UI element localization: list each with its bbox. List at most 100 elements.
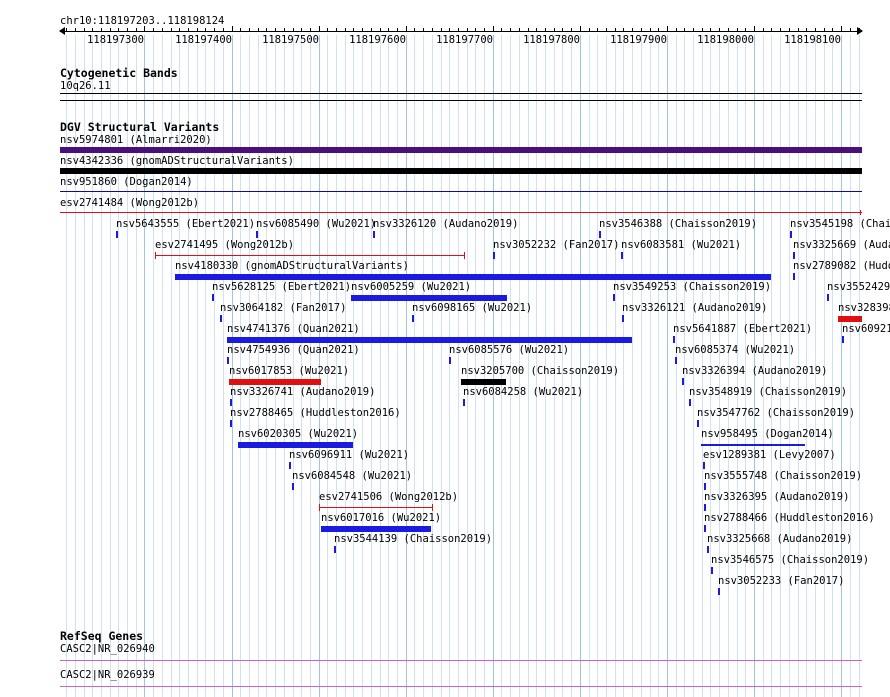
dgv-feature-tick[interactable] xyxy=(697,420,699,427)
dgv-feature-label[interactable]: nsv4180330 (gnomADStructuralVariants) xyxy=(175,260,409,272)
dgv-feature-label[interactable]: nsv4754936 (Quan2021) xyxy=(227,344,360,356)
dgv-feature-bar[interactable] xyxy=(838,316,862,322)
dgv-feature-label[interactable]: nsv6096911 (Wu2021) xyxy=(289,449,409,461)
dgv-feature-label[interactable]: nsv5641887 (Ebert2021) xyxy=(673,323,812,335)
dgv-feature-label[interactable]: nsv3544139 (Chaisson2019) xyxy=(334,533,492,545)
dgv-feature-tick[interactable] xyxy=(711,567,713,574)
dgv-feature-label[interactable]: nsv6085374 (Wu2021) xyxy=(675,344,795,356)
dgv-feature-tick[interactable] xyxy=(707,546,709,553)
dgv-feature-label[interactable]: nsv6084548 (Wu2021) xyxy=(292,470,412,482)
dgv-feature-tick[interactable] xyxy=(599,231,601,238)
dgv-feature-bar[interactable] xyxy=(60,147,862,153)
dgv-feature-label[interactable]: nsv6017016 (Wu2021) xyxy=(321,512,441,524)
dgv-feature-label[interactable]: nsv6020305 (Wu2021) xyxy=(238,428,358,440)
dgv-feature-tick[interactable] xyxy=(675,357,677,364)
dgv-feature-tick[interactable] xyxy=(621,252,623,259)
dgv-feature-label[interactable]: nsv2788466 (Huddleston2016) xyxy=(704,512,875,524)
dgv-feature-label[interactable]: nsv3545198 (Chaisson2019) xyxy=(790,218,890,230)
dgv-feature-label[interactable]: nsv3326395 (Audano2019) xyxy=(704,491,849,503)
dgv-feature-tick[interactable] xyxy=(373,231,375,238)
dgv-feature-label[interactable]: nsv951860 (Dogan2014) xyxy=(60,176,193,188)
dgv-feature-bar[interactable] xyxy=(60,191,862,192)
dgv-feature-tick[interactable] xyxy=(682,378,684,385)
dgv-feature-tick[interactable] xyxy=(230,399,232,406)
dgv-feature-label[interactable]: nsv4741376 (Quan2021) xyxy=(227,323,360,335)
dgv-feature-label[interactable]: nsv3326741 (Audano2019) xyxy=(230,386,375,398)
dgv-feature-tick[interactable] xyxy=(449,357,451,364)
dgv-feature-tick[interactable] xyxy=(790,231,792,238)
dgv-feature-bar[interactable] xyxy=(351,295,507,301)
dgv-feature-label[interactable]: esv2741506 (Wong2012b) xyxy=(319,491,458,503)
dgv-feature-range[interactable] xyxy=(319,504,433,511)
dgv-feature-label[interactable]: nsv2789082 (Huddleston2016) xyxy=(793,260,890,272)
dgv-feature-label[interactable]: nsv3548919 (Chaisson2019) xyxy=(689,386,847,398)
dgv-feature-tick[interactable] xyxy=(704,504,706,511)
dgv-feature-label[interactable]: nsv3325669 (Audano2019) xyxy=(793,239,890,251)
dgv-feature-label[interactable]: nsv2788465 (Huddleston2016) xyxy=(230,407,401,419)
dgv-feature-tick[interactable] xyxy=(793,273,795,280)
dgv-feature-bar[interactable] xyxy=(175,274,771,280)
dgv-feature-tick[interactable] xyxy=(227,357,229,364)
dgv-feature-label[interactable]: nsv3326121 (Audano2019) xyxy=(622,302,767,314)
dgv-feature-tick[interactable] xyxy=(292,483,294,490)
dgv-feature-tick[interactable] xyxy=(718,588,720,595)
dgv-feature-tick[interactable] xyxy=(230,420,232,427)
dgv-feature-label[interactable]: nsv3283983 (Audano2019) xyxy=(838,302,890,314)
dgv-feature-bar[interactable] xyxy=(229,379,321,385)
dgv-feature-bar[interactable] xyxy=(60,168,862,174)
dgv-feature-bar[interactable] xyxy=(60,212,862,213)
dgv-feature-tick[interactable] xyxy=(212,294,214,301)
dgv-feature-tick[interactable] xyxy=(613,294,615,301)
dgv-feature-label[interactable]: nsv3552429 (Chaisson2019) xyxy=(827,281,890,293)
dgv-feature-label[interactable]: nsv6085490 (Wu2021) xyxy=(256,218,376,230)
dgv-feature-tick[interactable] xyxy=(793,252,795,259)
dgv-feature-label[interactable]: nsv3547762 (Chaisson2019) xyxy=(697,407,855,419)
dgv-feature-label[interactable]: nsv3052232 (Fan2017) xyxy=(493,239,619,251)
dgv-feature-tick[interactable] xyxy=(842,336,844,343)
dgv-feature-label[interactable]: nsv6092122 (Wu2021) xyxy=(842,323,890,335)
dgv-feature-label[interactable]: nsv4342336 (gnomADStructuralVariants) xyxy=(60,155,294,167)
dgv-feature-tick[interactable] xyxy=(703,462,705,469)
dgv-feature-label[interactable]: nsv3325668 (Audano2019) xyxy=(707,533,852,545)
dgv-feature-label[interactable]: nsv3326394 (Audano2019) xyxy=(682,365,827,377)
refseq-gene-line[interactable] xyxy=(60,660,862,661)
dgv-feature-label[interactable]: esv1289381 (Levy2007) xyxy=(703,449,836,461)
dgv-feature-label[interactable]: nsv3205700 (Chaisson2019) xyxy=(461,365,619,377)
dgv-feature-label[interactable]: nsv6017853 (Wu2021) xyxy=(229,365,349,377)
dgv-feature-label[interactable]: nsv3326120 (Audano2019) xyxy=(373,218,518,230)
dgv-feature-label[interactable]: nsv6084258 (Wu2021) xyxy=(463,386,583,398)
dgv-feature-label[interactable]: nsv3546388 (Chaisson2019) xyxy=(599,218,757,230)
dgv-feature-label[interactable]: nsv6085576 (Wu2021) xyxy=(449,344,569,356)
dgv-feature-tick[interactable] xyxy=(256,231,258,238)
dgv-feature-label[interactable]: nsv6083581 (Wu2021) xyxy=(621,239,741,251)
dgv-feature-label[interactable]: nsv5974801 (Almarri2020) xyxy=(60,134,212,146)
dgv-feature-label[interactable]: nsv3555748 (Chaisson2019) xyxy=(704,470,862,482)
dgv-feature-label[interactable]: nsv958495 (Dogan2014) xyxy=(701,428,834,440)
dgv-feature-tick[interactable] xyxy=(116,231,118,238)
dgv-feature-label[interactable]: nsv3549253 (Chaisson2019) xyxy=(613,281,771,293)
dgv-feature-tick[interactable] xyxy=(827,294,829,301)
dgv-feature-label[interactable]: esv2741495 (Wong2012b) xyxy=(155,239,294,251)
dgv-feature-tick[interactable] xyxy=(289,462,291,469)
dgv-feature-range[interactable] xyxy=(155,252,465,259)
dgv-feature-tick[interactable] xyxy=(412,315,414,322)
dgv-feature-bar[interactable] xyxy=(461,379,506,385)
dgv-feature-tick[interactable] xyxy=(673,336,675,343)
dgv-feature-bar[interactable] xyxy=(321,526,431,532)
refseq-gene-label[interactable]: CASC2|NR_026940 xyxy=(60,643,155,655)
dgv-feature-label[interactable]: esv2741484 (Wong2012b) xyxy=(60,197,199,209)
dgv-feature-label[interactable]: nsv5643555 (Ebert2021) xyxy=(116,218,255,230)
genome-browser-canvas[interactable]: chr10:118197203..118198124 118197300 1181… xyxy=(0,0,890,697)
dgv-feature-label[interactable]: nsv3052233 (Fan2017) xyxy=(718,575,844,587)
dgv-feature-bar[interactable] xyxy=(227,337,632,343)
dgv-feature-tick[interactable] xyxy=(334,546,336,553)
dgv-feature-tick[interactable] xyxy=(704,483,706,490)
dgv-feature-label[interactable]: nsv5628125 (Ebert2021) xyxy=(212,281,351,293)
dgv-feature-tick[interactable] xyxy=(463,399,465,406)
dgv-feature-tick[interactable] xyxy=(622,315,624,322)
dgv-feature-bar[interactable] xyxy=(238,442,353,448)
dgv-feature-label[interactable]: nsv6098165 (Wu2021) xyxy=(412,302,532,314)
refseq-gene-label[interactable]: CASC2|NR_026939 xyxy=(60,669,155,681)
dgv-feature-label[interactable]: nsv3064182 (Fan2017) xyxy=(220,302,346,314)
refseq-gene-line[interactable] xyxy=(60,686,862,687)
